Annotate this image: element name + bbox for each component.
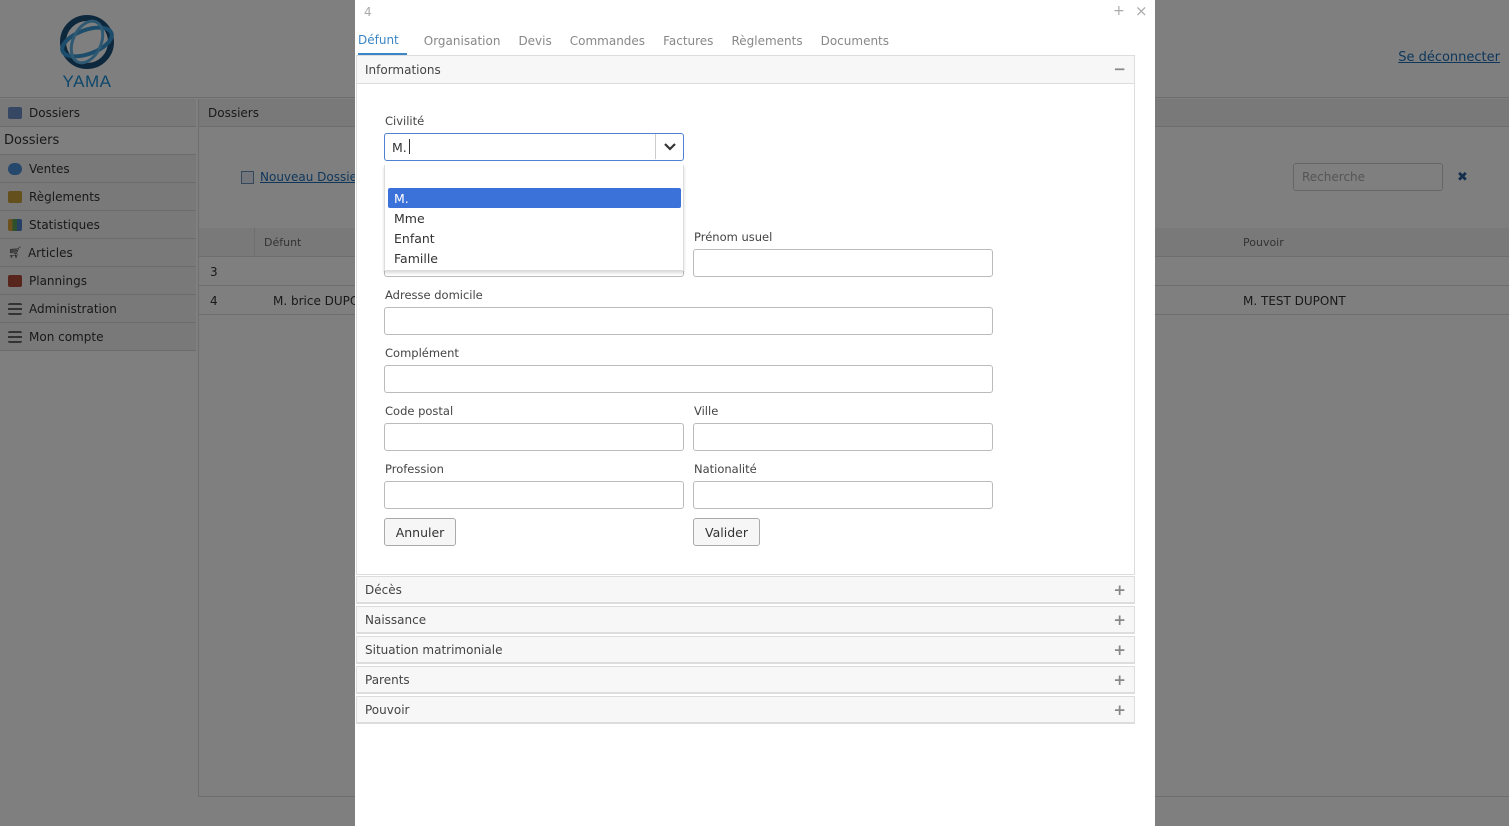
tab-defunt[interactable]: Défunt <box>358 26 407 55</box>
modal-tabs: Défunt Organisation Devis Commandes Fact… <box>355 26 1155 55</box>
profession-label: Profession <box>385 462 444 476</box>
complement-input[interactable] <box>384 365 993 393</box>
expand-section-icon[interactable]: + <box>1113 641 1126 659</box>
section-deces[interactable]: Décès + <box>356 576 1135 604</box>
adresse-label: Adresse domicile <box>385 288 483 302</box>
prenom-usuel-input[interactable] <box>693 249 993 277</box>
civilite-option-mme[interactable]: Mme <box>388 208 681 228</box>
close-icon[interactable]: × <box>1135 2 1148 20</box>
ville-input[interactable] <box>693 423 993 451</box>
complement-label: Complément <box>385 346 459 360</box>
section-naissance[interactable]: Naissance + <box>356 606 1135 634</box>
folder-modal: 4 + × Défunt Organisation Devis Commande… <box>355 0 1155 826</box>
section-title: Décès <box>365 582 402 597</box>
prenom-usuel-label: Prénom usuel <box>694 230 773 244</box>
nationalite-label: Nationalité <box>694 462 757 476</box>
expand-section-icon[interactable]: + <box>1113 671 1126 689</box>
tab-factures[interactable]: Factures <box>654 26 722 55</box>
section-title: Situation matrimoniale <box>365 642 503 657</box>
code-postal-label: Code postal <box>385 404 454 418</box>
section-informations-header[interactable]: Informations − <box>357 56 1134 84</box>
section-title: Naissance <box>365 612 427 627</box>
modal-title: 4 <box>364 5 372 19</box>
cancel-button[interactable]: Annuler <box>384 518 456 546</box>
expand-section-icon[interactable]: + <box>1113 611 1126 629</box>
validate-button[interactable]: Valider <box>693 518 760 546</box>
chevron-down-icon[interactable] <box>655 134 684 159</box>
civilite-select[interactable]: M. <box>384 133 684 161</box>
section-parents[interactable]: Parents + <box>356 666 1135 694</box>
expand-section-icon[interactable]: + <box>1113 701 1126 719</box>
section-title: Parents <box>365 672 410 687</box>
civilite-option-m[interactable]: M. <box>388 188 681 208</box>
text-cursor <box>409 139 410 154</box>
civilite-dropdown: M. Mme Enfant Famille <box>384 165 684 271</box>
civilite-label: Civilité <box>385 114 425 128</box>
civilite-option-enfant[interactable]: Enfant <box>388 228 681 248</box>
tab-documents[interactable]: Documents <box>812 26 898 55</box>
tab-commandes[interactable]: Commandes <box>561 26 654 55</box>
code-postal-input[interactable] <box>384 423 684 451</box>
section-situation-matrimoniale[interactable]: Situation matrimoniale + <box>356 636 1135 664</box>
tab-reglements[interactable]: Règlements <box>722 26 811 55</box>
section-title: Pouvoir <box>365 702 410 717</box>
civilite-option-famille[interactable]: Famille <box>388 248 681 268</box>
ville-label: Ville <box>694 404 719 418</box>
section-title: Informations <box>365 62 441 77</box>
civilite-value: M. <box>392 140 407 155</box>
section-pouvoir[interactable]: Pouvoir + <box>356 696 1135 724</box>
nationalite-input[interactable] <box>693 481 993 509</box>
expand-icon[interactable]: + <box>1113 3 1125 19</box>
tab-devis[interactable]: Devis <box>509 26 560 55</box>
expand-section-icon[interactable]: + <box>1113 581 1126 599</box>
adresse-input[interactable] <box>384 307 993 335</box>
collapse-icon[interactable]: − <box>1113 60 1126 78</box>
tab-organisation[interactable]: Organisation <box>415 26 510 55</box>
profession-input[interactable] <box>384 481 684 509</box>
